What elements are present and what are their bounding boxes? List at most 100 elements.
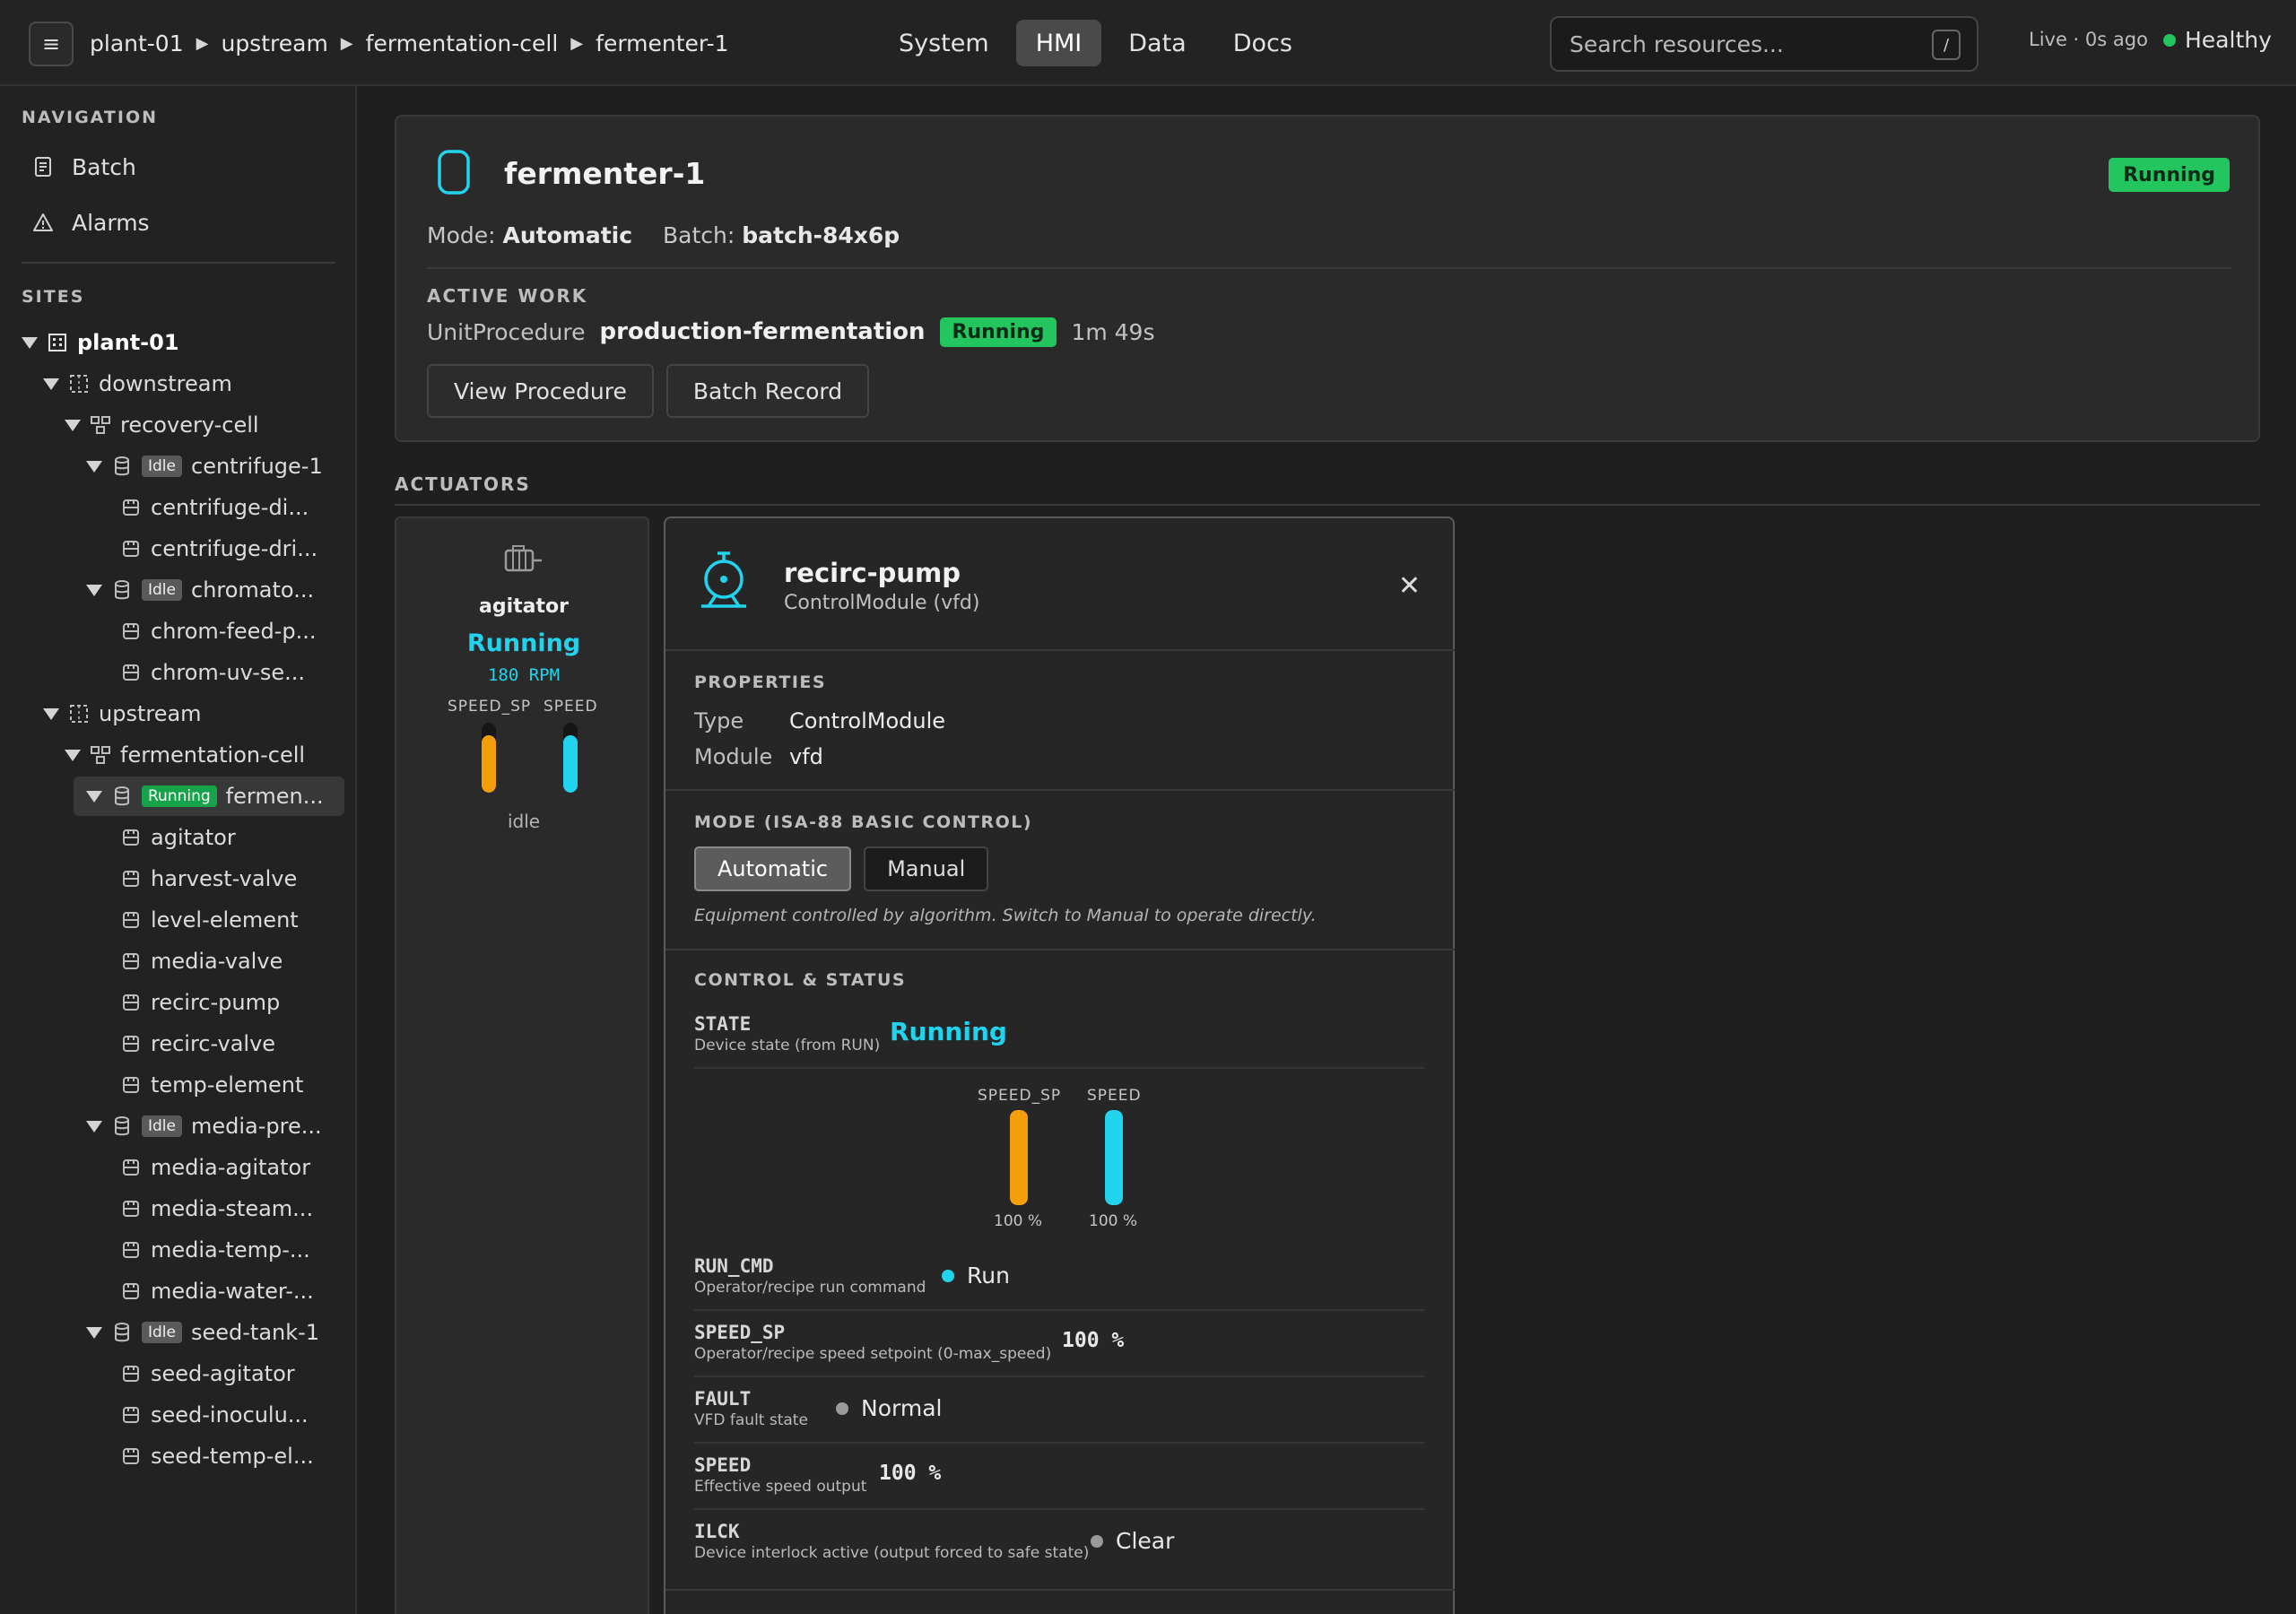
unit-icon bbox=[111, 1115, 133, 1137]
motor-icon bbox=[504, 545, 542, 572]
tree-item[interactable]: chrom-uv-se... bbox=[120, 653, 305, 692]
close-button[interactable]: ✕ bbox=[1398, 570, 1421, 602]
tree-item[interactable]: seed-inoculu... bbox=[120, 1395, 309, 1435]
search-input[interactable] bbox=[1570, 30, 1919, 57]
tab-data[interactable]: Data bbox=[1109, 20, 1205, 66]
tree-item-label: centrifuge-di... bbox=[151, 495, 309, 520]
unit-batch: Batch: batch-84x6p bbox=[663, 222, 900, 248]
cell-icon bbox=[90, 414, 111, 436]
module-icon bbox=[120, 497, 142, 518]
tree-item[interactable]: Idle chromato... bbox=[86, 570, 314, 610]
tree-item[interactable]: recirc-pump bbox=[120, 983, 280, 1022]
tree-item[interactable]: fermentation-cell bbox=[65, 735, 305, 775]
property-module-value: vfd bbox=[789, 744, 823, 769]
expand-caret-icon[interactable] bbox=[43, 377, 59, 390]
sidebar-item-label: Batch bbox=[72, 153, 136, 180]
tree-item[interactable]: temp-element bbox=[120, 1065, 303, 1105]
building-icon bbox=[47, 332, 68, 353]
interlock-indicator-icon bbox=[1091, 1534, 1103, 1548]
module-icon bbox=[120, 662, 142, 683]
breadcrumb-item[interactable]: fermentation-cell bbox=[366, 30, 559, 56]
speed-sp-value[interactable]: 100 % bbox=[1062, 1329, 1124, 1352]
tab-docs[interactable]: Docs bbox=[1213, 20, 1312, 66]
tree-item[interactable]: Running fermen... bbox=[74, 777, 344, 816]
health-status: Healthy bbox=[2163, 27, 2272, 53]
vessel-icon bbox=[438, 150, 470, 195]
expand-caret-icon[interactable] bbox=[86, 460, 102, 473]
tree-status-badge: Idle bbox=[142, 579, 182, 601]
signal-name: STATE bbox=[694, 1013, 752, 1035]
speed-sp-bar-fill bbox=[482, 735, 496, 793]
expand-caret-icon[interactable] bbox=[22, 336, 38, 349]
expand-caret-icon[interactable] bbox=[86, 1120, 102, 1132]
tree-item-label: media-valve bbox=[151, 949, 283, 974]
tab-hmi[interactable]: HMI bbox=[1015, 20, 1102, 66]
tree-item[interactable]: Idle centrifuge-1 bbox=[86, 447, 323, 486]
expand-caret-icon[interactable] bbox=[43, 707, 59, 720]
speed-value: 100 % bbox=[879, 1462, 942, 1485]
tree-item[interactable]: centrifuge-dri... bbox=[120, 529, 317, 568]
tree-item[interactable]: seed-temp-el... bbox=[120, 1436, 314, 1476]
tree-item-label: agitator bbox=[151, 825, 236, 850]
tree-item[interactable]: centrifuge-di... bbox=[120, 488, 309, 527]
tree-item-label: chrom-feed-p... bbox=[151, 619, 317, 644]
sidebar-item-batch[interactable]: Batch bbox=[32, 149, 136, 185]
speed-bar-fill bbox=[1105, 1110, 1123, 1205]
mode-label: Mode: bbox=[427, 222, 496, 248]
signal-row-speed-sp[interactable]: SPEED_SP Operator/recipe speed setpoint … bbox=[694, 1322, 1424, 1377]
mode-automatic-button[interactable]: Automatic bbox=[694, 846, 852, 891]
tree-item[interactable]: recovery-cell bbox=[65, 405, 259, 445]
module-icon bbox=[120, 827, 142, 848]
expand-caret-icon[interactable] bbox=[65, 419, 81, 431]
panel-title: recirc-pump bbox=[784, 558, 961, 588]
breadcrumb-item-current[interactable]: fermenter-1 bbox=[596, 30, 728, 56]
cell-icon bbox=[90, 744, 111, 766]
tree-item[interactable]: level-element bbox=[120, 900, 299, 940]
tree-item[interactable]: agitator bbox=[120, 818, 236, 857]
speed-sp-bar bbox=[482, 723, 496, 793]
search-box[interactable]: / bbox=[1550, 16, 1979, 72]
tree-item-label: seed-agitator bbox=[151, 1361, 295, 1386]
breadcrumb-item[interactable]: upstream bbox=[221, 30, 327, 56]
tree-item[interactable]: Idle media-pre... bbox=[86, 1106, 322, 1146]
tree-item[interactable]: media-temp-... bbox=[120, 1230, 310, 1270]
tree-item[interactable]: Idle seed-tank-1 bbox=[86, 1313, 319, 1352]
sidebar-item-label: Alarms bbox=[72, 209, 150, 236]
tree-item[interactable]: harvest-valve bbox=[120, 859, 297, 898]
tree-item[interactable]: media-water-... bbox=[120, 1271, 314, 1311]
hamburger-icon: ≡ bbox=[41, 31, 61, 56]
tree-item[interactable]: media-agitator bbox=[120, 1148, 310, 1187]
pump-icon bbox=[701, 551, 746, 608]
tree-item[interactable]: media-valve bbox=[120, 941, 283, 981]
expand-caret-icon[interactable] bbox=[86, 790, 102, 803]
tree-item[interactable]: plant-01 bbox=[22, 323, 179, 362]
tree-item-label: harvest-valve bbox=[151, 866, 298, 891]
tree-item[interactable]: upstream bbox=[43, 694, 202, 733]
tab-system[interactable]: System bbox=[879, 20, 1009, 66]
view-procedure-button[interactable]: View Procedure bbox=[427, 364, 654, 418]
expand-caret-icon[interactable] bbox=[86, 1326, 102, 1339]
breadcrumb-separator-icon: ▶ bbox=[340, 33, 353, 53]
signal-row-fault: FAULT VFD fault state Normal bbox=[694, 1388, 1424, 1444]
mode-manual-button[interactable]: Manual bbox=[864, 846, 989, 891]
tree-item[interactable]: seed-agitator bbox=[120, 1354, 295, 1393]
menu-button[interactable]: ≡ bbox=[29, 22, 74, 66]
ilck-value: Clear bbox=[1116, 1528, 1175, 1554]
sidebar-item-alarms[interactable]: Alarms bbox=[32, 204, 150, 240]
tree-item-label: seed-tank-1 bbox=[191, 1320, 320, 1345]
tree-item[interactable]: chrom-feed-p... bbox=[120, 612, 316, 651]
expand-caret-icon[interactable] bbox=[86, 584, 102, 596]
tree-item[interactable]: downstream bbox=[43, 364, 232, 404]
tree-item[interactable]: recirc-valve bbox=[120, 1024, 275, 1063]
expand-caret-icon[interactable] bbox=[65, 749, 81, 761]
tree-item-label: recovery-cell bbox=[120, 412, 259, 438]
tree-item[interactable]: media-steam... bbox=[120, 1189, 313, 1228]
breadcrumb-item[interactable]: plant-01 bbox=[90, 30, 184, 56]
module-icon bbox=[120, 868, 142, 889]
detail-panel-recirc-pump: recirc-pump ControlModule (vfd) ✕ PROPER… bbox=[664, 516, 1455, 1614]
batch-record-button[interactable]: Batch Record bbox=[665, 364, 870, 418]
tree-item-label: chromato... bbox=[191, 577, 315, 603]
speed-bar bbox=[563, 723, 578, 793]
actuator-name: agitator bbox=[479, 595, 569, 618]
actuator-card-agitator[interactable]: agitator Running 180 RPM SPEED_SP SPEED … bbox=[395, 516, 649, 1614]
